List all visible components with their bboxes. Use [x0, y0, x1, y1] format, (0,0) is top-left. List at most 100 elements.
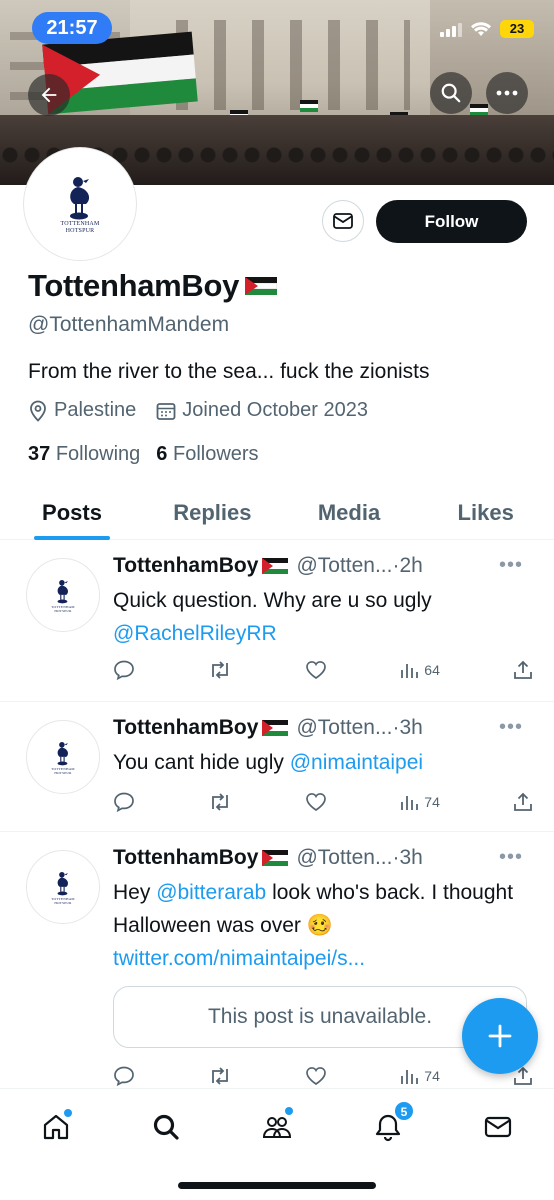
- tab-replies[interactable]: Replies: [144, 486, 281, 539]
- post-more-icon[interactable]: •••: [499, 846, 523, 869]
- back-button[interactable]: [28, 74, 70, 116]
- heart-icon: [306, 661, 327, 679]
- search-icon: [441, 83, 461, 103]
- palestine-flag-icon: [262, 720, 289, 736]
- search-icon: [153, 1114, 179, 1140]
- envelope-icon: [484, 1116, 512, 1138]
- followers-label: Followers: [172, 443, 259, 465]
- post-text: Quick question. Why are u so ugly @Rachel…: [113, 589, 432, 645]
- nav-home[interactable]: [36, 1107, 76, 1147]
- post-text: Hey @bitterarab look who's back. I thoug…: [113, 881, 514, 970]
- views-button[interactable]: 74: [400, 793, 440, 811]
- bar-chart-icon: [401, 664, 419, 678]
- share-button[interactable]: [513, 660, 533, 680]
- signal-icon: [440, 21, 462, 37]
- reply-button[interactable]: [113, 792, 135, 812]
- followers-count: 6: [156, 443, 168, 465]
- followers-link[interactable]: 6 Followers: [156, 443, 258, 466]
- envelope-icon: [333, 213, 353, 229]
- avatar-text: TOTTENHAM HOTSPUR: [51, 897, 75, 905]
- repost-button[interactable]: [208, 1066, 232, 1086]
- heart-icon: [306, 1067, 327, 1085]
- post-link[interactable]: twitter.com/nimaintaipei/s...: [113, 947, 365, 970]
- arrow-left-icon: [41, 87, 57, 103]
- cockerel-logo-icon: [57, 742, 68, 766]
- palestine-flag-icon: [262, 558, 289, 574]
- post-more-icon[interactable]: •••: [499, 716, 523, 739]
- compose-button[interactable]: [462, 998, 538, 1074]
- share-icon: [514, 792, 532, 811]
- reply-button[interactable]: [113, 1066, 135, 1086]
- post-avatar[interactable]: TOTTENHAM HOTSPUR: [26, 720, 100, 794]
- post-item[interactable]: TOTTENHAM HOTSPUR TottenhamBoy @Totten...…: [0, 702, 554, 832]
- post-mention[interactable]: @bitterarab: [156, 881, 266, 904]
- nav-explore[interactable]: [146, 1107, 186, 1147]
- banner-mini-flag: [300, 100, 318, 112]
- avatar-text: TOTTENHAM HOTSPUR: [51, 605, 75, 613]
- post-header: TottenhamBoy @Totten... ·3h •••: [113, 846, 533, 870]
- wifi-icon: [471, 22, 491, 36]
- joined-text: Joined October 2023: [182, 399, 368, 421]
- home-dot: [64, 1109, 72, 1117]
- views-button[interactable]: 64: [400, 661, 440, 679]
- home-indicator: [178, 1182, 376, 1189]
- more-horizontal-icon: [496, 90, 518, 96]
- post-time: ·2h: [392, 554, 423, 577]
- tab-likes[interactable]: Likes: [417, 486, 554, 539]
- nav-notifications[interactable]: 5: [368, 1101, 414, 1147]
- cockerel-logo-icon: [70, 177, 90, 220]
- share-button[interactable]: [513, 792, 533, 812]
- more-options-button[interactable]: [486, 72, 528, 114]
- reply-icon: [114, 660, 134, 680]
- nav-messages[interactable]: [478, 1107, 518, 1147]
- profile-tabs: Posts Replies Media Likes: [0, 486, 554, 540]
- post-mention[interactable]: @RachelRileyRR: [113, 622, 277, 645]
- views-count: 74: [424, 794, 440, 810]
- status-bar: 21:57 23: [0, 0, 554, 56]
- cockerel-logo-icon: [57, 872, 68, 896]
- message-button[interactable]: [322, 200, 364, 242]
- repost-icon: [212, 1067, 228, 1085]
- display-name-text: TottenhamBoy: [28, 268, 240, 303]
- post-handle: @Totten...: [296, 554, 393, 577]
- post-avatar[interactable]: TOTTENHAM HOTSPUR: [26, 558, 100, 632]
- repost-icon: [212, 661, 228, 679]
- post-avatar[interactable]: TOTTENHAM HOTSPUR: [26, 850, 100, 924]
- plus-icon: [488, 1024, 512, 1048]
- like-button[interactable]: [305, 660, 327, 680]
- following-count: 37: [28, 443, 51, 465]
- nav-communities[interactable]: [257, 1107, 297, 1147]
- repost-button[interactable]: [208, 660, 232, 680]
- post-author[interactable]: TottenhamBoy: [113, 554, 289, 578]
- profile-bio: From the river to the sea... fuck the zi…: [28, 360, 430, 383]
- post-mention[interactable]: @nimaintaipei: [290, 751, 423, 774]
- profile-counts: 37 Following 6 Followers: [28, 443, 259, 466]
- profile-display-name: TottenhamBoy: [28, 268, 278, 304]
- post-time: ·3h: [392, 846, 423, 869]
- repost-button[interactable]: [208, 792, 232, 812]
- post-header: TottenhamBoy @Totten... ·3h •••: [113, 716, 533, 740]
- reply-icon: [114, 1066, 134, 1086]
- post-item[interactable]: TOTTENHAM HOTSPUR TottenhamBoy @Totten...…: [0, 540, 554, 702]
- tab-posts[interactable]: Posts: [0, 486, 144, 539]
- post-time: ·3h: [392, 716, 423, 739]
- palestine-flag-icon: [262, 850, 289, 866]
- follow-button[interactable]: Follow: [376, 200, 527, 243]
- like-button[interactable]: [305, 1066, 327, 1086]
- tab-media[interactable]: Media: [281, 486, 418, 539]
- post-more-icon[interactable]: •••: [499, 554, 523, 577]
- profile-meta: Palestine Joined October 2023: [28, 399, 368, 422]
- views-button[interactable]: 74: [400, 1067, 440, 1085]
- profile-avatar[interactable]: TOTTENHAM HOTSPUR: [24, 148, 136, 260]
- reply-button[interactable]: [113, 660, 135, 680]
- like-button[interactable]: [305, 792, 327, 812]
- post-author[interactable]: TottenhamBoy: [113, 716, 289, 740]
- post-text: You cant hide ugly @nimaintaipei: [113, 751, 424, 774]
- following-link[interactable]: 37 Following: [28, 443, 140, 466]
- battery-icon: 23: [500, 20, 534, 38]
- post-actions: 64: [113, 658, 533, 682]
- palestine-flag-icon: [245, 276, 278, 296]
- search-button[interactable]: [430, 72, 472, 114]
- heart-icon: [306, 793, 327, 811]
- post-author[interactable]: TottenhamBoy: [113, 846, 289, 870]
